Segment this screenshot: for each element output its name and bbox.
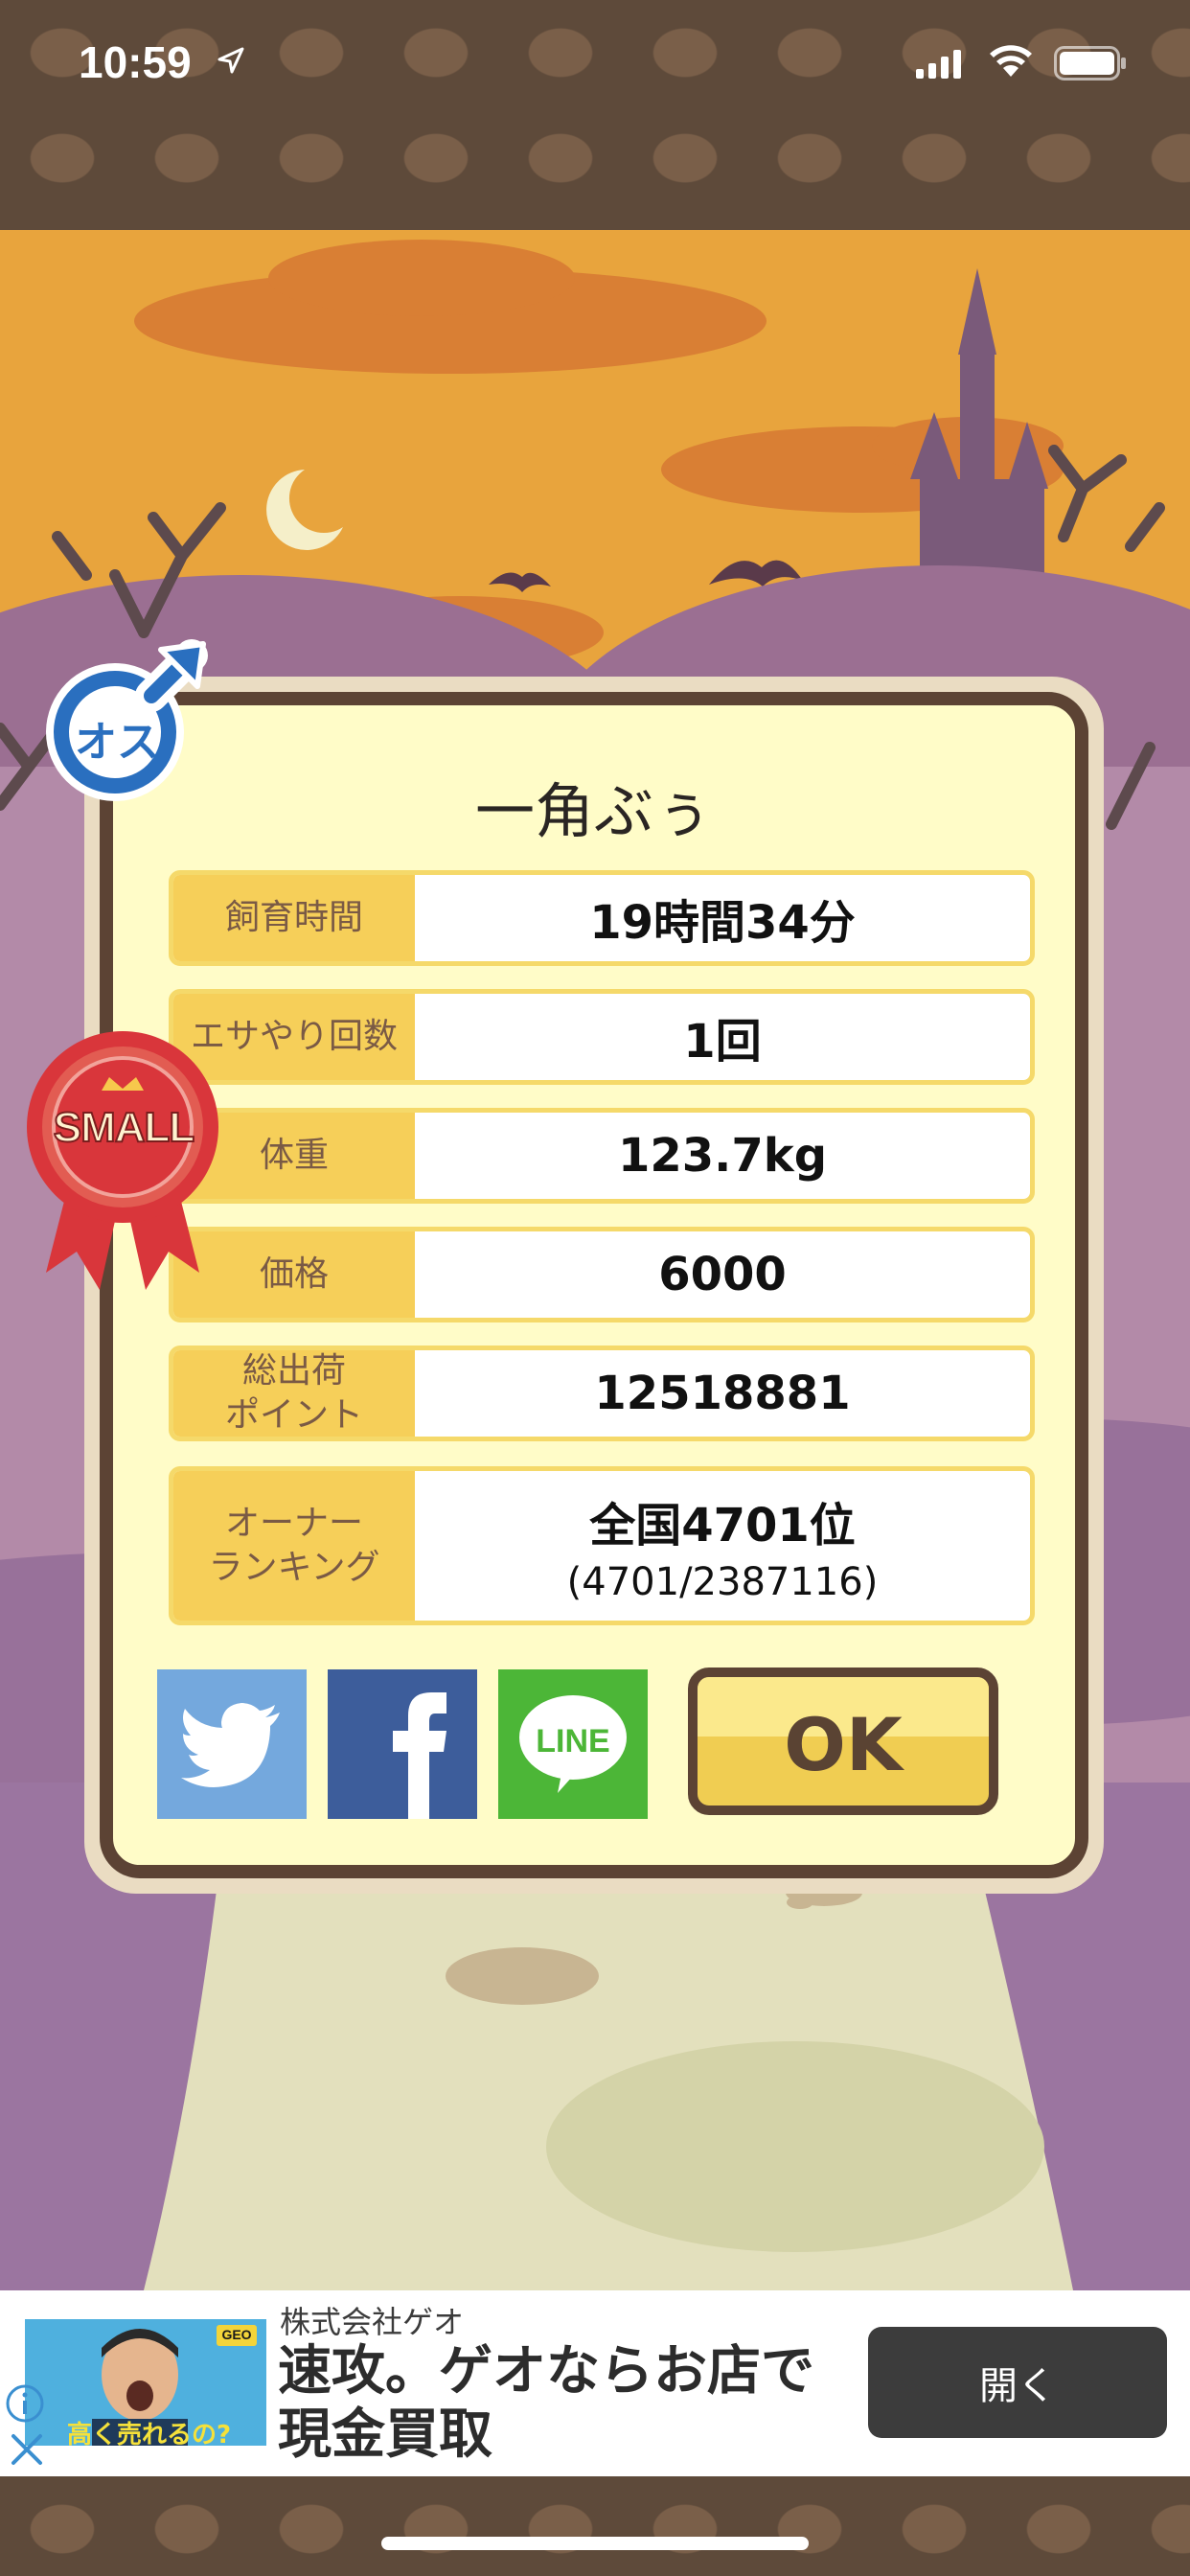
battery-icon <box>1054 46 1126 80</box>
pig-status-dialog: 一角ぶぅ 飼育時間 19時間34分 エサやり回数 1回 体重 123.7kg 価… <box>100 692 1088 1878</box>
ok-button-label: OK <box>784 1702 903 1787</box>
size-badge-label: SMALL <box>53 1103 196 1152</box>
stat-row-price: 価格 6000 <box>169 1227 1035 1322</box>
bottom-pattern-band <box>0 2476 1190 2576</box>
stat-value: 19時間34分 <box>415 875 1030 961</box>
ad-sponsor: 株式会社ゲオ <box>280 2304 465 2340</box>
small-size-rosette-icon <box>27 1031 218 1290</box>
ad-image-tag: GEO <box>221 2327 252 2342</box>
stat-label: オーナー ランキング <box>173 1471 415 1621</box>
stat-value-text: 1回 <box>683 1015 762 1069</box>
stat-value: 123.7kg <box>415 1113 1030 1199</box>
status-time: 10:59 <box>79 37 192 87</box>
facebook-icon <box>393 1692 446 1819</box>
ad-image[interactable]: GEO 高く売れるの? <box>25 2319 266 2446</box>
stat-value: 6000 <box>415 1231 1030 1318</box>
stat-value: 12518881 <box>415 1350 1030 1437</box>
ad-info-icon[interactable] <box>4 2382 46 2425</box>
ad-close-icon[interactable] <box>8 2430 46 2469</box>
ad-banner[interactable]: GEO 高く売れるの? 株式会社ゲオ 速攻。ゲオならお店で現金買取 開く <box>0 2290 1190 2476</box>
ad-headline[interactable]: 速攻。ゲオならお店で現金買取 <box>278 2340 853 2467</box>
stat-row-breeding-time: 飼育時間 19時間34分 <box>169 870 1035 966</box>
stat-row-weight: 体重 123.7kg <box>169 1108 1035 1204</box>
stat-label: 総出荷 ポイント <box>173 1350 415 1437</box>
stat-value-text: 12518881 <box>594 1367 851 1420</box>
ok-button[interactable]: OK <box>688 1668 998 1815</box>
stat-row-feeding-count: エサやり回数 1回 <box>169 989 1035 1085</box>
ranking-detail: (4701/2387116) <box>566 1560 879 1604</box>
home-indicator[interactable] <box>381 2537 809 2550</box>
stat-row-shipping-points: 総出荷 ポイント 12518881 <box>169 1346 1035 1441</box>
stat-value-text: 6000 <box>658 1248 787 1301</box>
ad-open-button[interactable]: 開く <box>868 2327 1167 2438</box>
location-arrow-icon <box>217 47 244 74</box>
ad-image-caption: 高く売れるの? <box>67 2421 232 2446</box>
gender-label: オス <box>75 718 159 767</box>
facebook-share-button[interactable] <box>328 1669 477 1819</box>
cellular-signal-icon <box>916 50 961 79</box>
status-bar: 10:59 <box>0 0 1190 230</box>
stat-value-text: 19時間34分 <box>589 896 856 950</box>
pig-name-title: 一角ぶぅ <box>474 776 713 846</box>
stat-label: 飼育時間 <box>173 875 415 961</box>
stat-value: 1回 <box>415 994 1030 1080</box>
line-share-button[interactable]: LINE <box>498 1669 648 1819</box>
stat-value-text: 123.7kg <box>617 1129 828 1183</box>
stat-row-owner-ranking: オーナー ランキング 全国4701位 (4701/2387116) <box>169 1466 1035 1625</box>
twitter-share-button[interactable] <box>157 1669 307 1819</box>
stat-value-text: 全国4701位 <box>589 1499 856 1552</box>
stat-value: 全国4701位 (4701/2387116) <box>415 1471 1030 1621</box>
wifi-icon <box>990 45 1032 77</box>
twitter-icon <box>181 1703 280 1787</box>
line-label: LINE <box>536 1723 610 1760</box>
